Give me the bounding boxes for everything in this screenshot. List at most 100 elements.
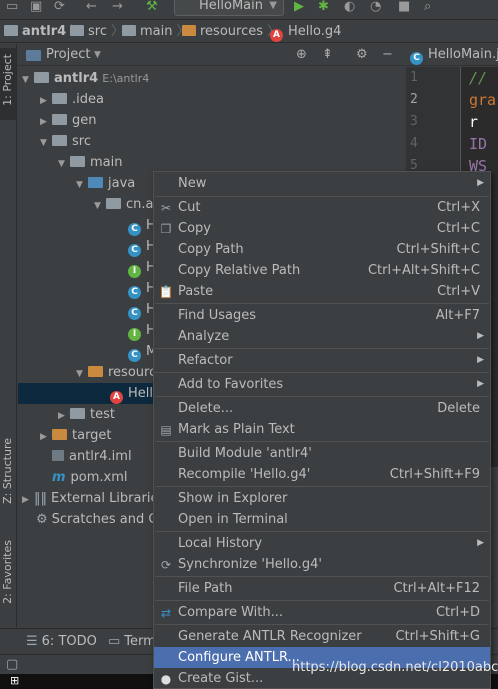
- chevron-right-icon[interactable]: ▶: [58, 406, 70, 427]
- class-icon: C: [128, 307, 141, 320]
- gear-icon[interactable]: ⚙: [356, 44, 368, 66]
- menu-item-label: Cut: [178, 200, 201, 215]
- locate-icon[interactable]: ⊕: [296, 44, 307, 66]
- collapse-icon[interactable]: ⇞: [322, 44, 333, 66]
- build-hammer-icon[interactable]: ⚒: [146, 0, 158, 16]
- menu-item-copy-relative-path[interactable]: Copy Relative Path Ctrl+Alt+Shift+C: [154, 260, 490, 281]
- forward-icon[interactable]: →: [112, 0, 123, 16]
- chevron-down-icon[interactable]: ▼: [40, 133, 52, 154]
- tree-label: main: [90, 155, 123, 170]
- antlr-file-icon: A: [270, 29, 283, 42]
- chevron-down-icon[interactable]: ▼: [76, 175, 88, 196]
- menu-item-build-module[interactable]: Build Module 'antlr4': [154, 443, 490, 464]
- tree-label: pom.xml: [70, 470, 128, 485]
- chevron-down-icon[interactable]: ▼: [22, 70, 34, 91]
- chevron-right-icon[interactable]: ▶: [40, 91, 52, 112]
- coverage-icon[interactable]: ◐: [344, 0, 355, 16]
- folder-icon: [4, 25, 18, 36]
- sync-icon[interactable]: ⟳: [54, 0, 65, 16]
- menu-item-paste[interactable]: 📋 Paste Ctrl+V: [154, 281, 490, 302]
- tree-row-idea[interactable]: ▶ .idea: [18, 89, 405, 110]
- menu-item-copy-path[interactable]: Copy Path Ctrl+Shift+C: [154, 239, 490, 260]
- menu-item-file-path[interactable]: File Path Ctrl+Alt+F12: [154, 578, 490, 599]
- breadcrumb-item-src[interactable]: src 〉: [70, 22, 124, 42]
- terminal-tab[interactable]: ▭ Term: [108, 629, 156, 655]
- stop-icon[interactable]: ■: [398, 0, 410, 16]
- debug-icon[interactable]: ✱: [318, 0, 329, 16]
- save-icon[interactable]: ▣: [30, 0, 42, 16]
- run-config-label: HelloMain: [199, 0, 263, 13]
- editor-tab-label: HelloMain.j: [428, 47, 498, 62]
- status-toggle-icon[interactable]: ▢: [6, 657, 18, 672]
- menu-item-label: Refactor: [178, 353, 233, 368]
- menu-item-recompile[interactable]: Recompile 'Hello.g4' Ctrl+Shift+F9: [154, 464, 490, 485]
- submenu-arrow-icon: ▶: [477, 178, 484, 188]
- menu-item-label: New: [178, 176, 207, 191]
- maven-icon: m: [52, 470, 66, 485]
- profile-icon[interactable]: ◔: [370, 0, 381, 16]
- search-icon[interactable]: ⌕: [424, 0, 431, 16]
- chevron-down-icon[interactable]: ▼: [76, 364, 88, 385]
- copy-icon: ❐: [160, 222, 172, 236]
- chevron-down-icon[interactable]: ▼: [94, 44, 101, 66]
- menu-item-open-in-terminal[interactable]: Open in Terminal: [154, 509, 490, 530]
- tree-row-root[interactable]: ▼ antlr4 E:\antlr4: [18, 68, 405, 89]
- breadcrumb-label: src: [88, 24, 107, 39]
- menu-item-find-usages[interactable]: Find Usages Alt+F7: [154, 305, 490, 326]
- tree-row-src[interactable]: ▼ src: [18, 131, 405, 152]
- breadcrumb-item-resources[interactable]: resources〉: [182, 22, 280, 42]
- project-panel-title[interactable]: Project: [46, 44, 90, 66]
- chevron-right-icon[interactable]: ▶: [22, 490, 34, 511]
- editor-tabs: C HelloMain.j: [406, 44, 498, 66]
- menu-item-label: Mark as Plain Text: [178, 422, 295, 437]
- menu-item-label: Show in Explorer: [178, 491, 288, 506]
- chevron-right-icon[interactable]: ▶: [40, 427, 52, 448]
- menu-item-local-history[interactable]: Local History ▶: [154, 533, 490, 554]
- scissors-icon: ✂: [160, 201, 172, 215]
- menu-item-compare-with[interactable]: ⇄ Compare With... Ctrl+D: [154, 602, 490, 623]
- hide-icon[interactable]: −: [382, 44, 393, 66]
- open-icon[interactable]: ▭: [6, 0, 18, 16]
- menu-item-add-to-favorites[interactable]: Add to Favorites ▶: [154, 374, 490, 395]
- terminal-icon: ▭: [108, 634, 121, 649]
- breadcrumb-item-hello[interactable]: A Hello.g4: [270, 22, 341, 42]
- todo-tab[interactable]: ☰ 6: TODO: [26, 629, 97, 655]
- menu-item-refactor[interactable]: Refactor ▶: [154, 350, 490, 371]
- context-menu: New ▶ ✂ Cut Ctrl+X ❐ Copy Ctrl+C Copy Path Ctr…: [153, 171, 491, 689]
- menu-item-delete[interactable]: Delete... Delete: [154, 398, 490, 419]
- menu-item-generate-antlr[interactable]: Generate ANTLR Recognizer Ctrl+Shift+G: [154, 626, 490, 647]
- menu-shortcut: Ctrl+Alt+F12: [393, 581, 480, 596]
- windows-start-icon[interactable]: ⊞: [10, 674, 19, 687]
- menu-item-mark-plain-text[interactable]: ▤ Mark as Plain Text: [154, 419, 490, 440]
- menu-item-analyze[interactable]: Analyze ▶: [154, 326, 490, 347]
- editor-tab[interactable]: C HelloMain.j: [410, 44, 498, 66]
- breadcrumb-item-main[interactable]: main〉: [122, 22, 190, 42]
- breadcrumb-label: antlr4: [22, 24, 67, 39]
- menu-item-cut[interactable]: ✂ Cut Ctrl+X: [154, 197, 490, 218]
- folder-icon: [52, 135, 67, 146]
- menu-item-synchronize[interactable]: ⟳ Synchronize 'Hello.g4': [154, 554, 490, 575]
- menu-item-label: Find Usages: [178, 308, 257, 323]
- menu-item-show-in-explorer[interactable]: Show in Explorer: [154, 488, 490, 509]
- menu-shortcut: Ctrl+Alt+Shift+C: [367, 263, 480, 278]
- run-config-select[interactable]: HelloMain ▼: [174, 0, 284, 16]
- chevron-down-icon[interactable]: ▼: [94, 196, 106, 217]
- back-icon[interactable]: ←: [86, 0, 97, 16]
- menu-shortcut: Ctrl+C: [436, 221, 480, 236]
- menu-separator: [155, 441, 489, 442]
- class-icon: C: [128, 244, 141, 257]
- favorites-tab[interactable]: 2: Favorites: [0, 536, 16, 622]
- tree-row-gen[interactable]: ▶ gen: [18, 110, 405, 131]
- chevron-right-icon[interactable]: ▶: [40, 112, 52, 133]
- project-tab[interactable]: 1: Project: [0, 48, 16, 120]
- todo-tab-label: 6: TODO: [41, 634, 97, 649]
- menu-item-copy[interactable]: ❐ Copy Ctrl+C: [154, 218, 490, 239]
- structure-tab[interactable]: Z: Structure: [0, 434, 16, 520]
- menu-item-new[interactable]: New ▶: [154, 173, 490, 194]
- tree-path: E:\antlr4: [102, 72, 150, 85]
- code-line: gra: [469, 91, 497, 109]
- tree-row-main[interactable]: ▼ main: [18, 152, 405, 173]
- menu-item-label: Add to Favorites: [178, 377, 284, 392]
- run-icon[interactable]: ▶: [294, 0, 304, 16]
- chevron-down-icon[interactable]: ▼: [58, 154, 70, 175]
